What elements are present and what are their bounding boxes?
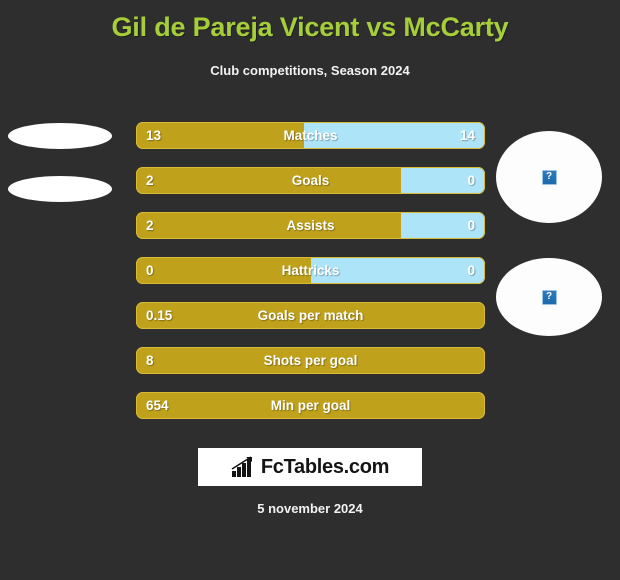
stat-label: Min per goal	[270, 398, 351, 413]
stat-value-right: 0	[467, 218, 475, 233]
page-title: Gil de Pareja Vicent vs McCarty	[111, 12, 509, 42]
stat-label: Goals per match	[257, 308, 364, 323]
fctables-logo[interactable]: FcTables.com	[198, 448, 422, 486]
fctables-logo-text: FcTables.com	[260, 456, 390, 478]
stat-bar-row: 13 Matches 14	[136, 122, 485, 149]
stat-label: Assists	[286, 218, 335, 233]
left-player-photo-top	[8, 123, 112, 149]
stat-bar-row: 2 Assists 0	[136, 212, 485, 239]
stat-bar-row: 8 Shots per goal	[136, 347, 485, 374]
left-player-photo-bottom	[8, 176, 112, 202]
stat-bar-row: 0.15 Goals per match	[136, 302, 485, 329]
chart-date: 5 november 2024	[257, 501, 363, 516]
stats-comparison-bars: 13 Matches 14 2 Goals 0 2 Assists 0 0 Hattricks 0 0.…	[136, 122, 485, 437]
right-player-photo-bottom: ?	[496, 258, 602, 336]
stat-label: Matches	[283, 128, 338, 143]
chart-subtitle: Club competitions, Season 2024	[210, 63, 410, 78]
stat-bar-row: 654 Min per goal	[136, 392, 485, 419]
broken-image-icon: ?	[541, 169, 557, 185]
stat-bar-row: 2 Goals 0	[136, 167, 485, 194]
stat-value-right: 0	[467, 263, 475, 278]
stat-value-right: 14	[459, 128, 475, 143]
broken-image-icon: ?	[541, 289, 557, 305]
bar-chart-icon	[231, 456, 252, 477]
stat-value-right: 0	[467, 173, 475, 188]
right-player-photo-top: ?	[496, 131, 602, 223]
stat-bar-row: 0 Hattricks 0	[136, 257, 485, 284]
stat-label: Goals	[291, 173, 330, 188]
stat-label: Hattricks	[281, 263, 340, 278]
stat-label: Shots per goal	[263, 353, 358, 368]
